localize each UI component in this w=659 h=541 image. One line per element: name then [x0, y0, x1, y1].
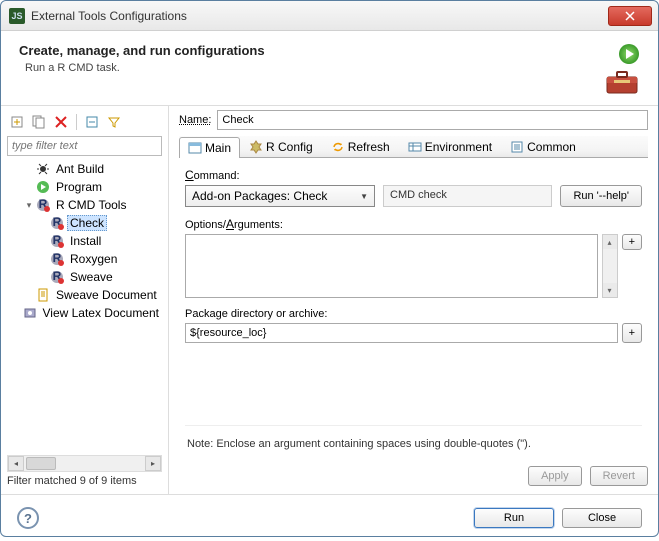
left-panel: Ant Build Program ▾RR CMD Tools RCheck R…	[1, 106, 169, 494]
command-label: CCommand:ommand:	[185, 168, 642, 182]
run-program-icon	[618, 43, 640, 65]
filter-input[interactable]	[7, 136, 162, 156]
options-textarea[interactable]	[185, 234, 598, 298]
twisty-icon[interactable]: ▾	[23, 200, 35, 211]
package-variables-button[interactable]: +	[622, 323, 642, 343]
common-tab-icon	[510, 140, 524, 154]
refresh-tab-icon	[331, 140, 345, 154]
name-label: Name:	[179, 114, 211, 126]
tab-bar: Main R Config Refresh Environment Common	[179, 136, 648, 158]
header-subtitle: Run a R CMD task.	[25, 62, 604, 74]
header-title: Create, manage, and run configurations	[19, 43, 604, 58]
tree-hscrollbar[interactable]: ◂ ▸	[7, 455, 162, 472]
dialog-header: Create, manage, and run configurations R…	[1, 31, 658, 106]
tab-r-config[interactable]: R Config	[240, 136, 322, 157]
run-help-button[interactable]: Run '--help'	[560, 185, 642, 207]
new-config-button[interactable]	[7, 112, 27, 132]
command-combo[interactable]: Add-on Packages: Check ▼	[185, 185, 375, 207]
tree-install[interactable]: RInstall	[7, 232, 162, 250]
scroll-left-icon[interactable]: ◂	[8, 456, 24, 471]
options-variables-button[interactable]: +	[622, 234, 642, 250]
apply-button[interactable]: Apply	[528, 466, 582, 486]
tree-ant-build[interactable]: Ant Build	[7, 160, 162, 178]
r-config-tab-icon	[249, 140, 263, 154]
app-icon: JS	[9, 8, 25, 24]
command-readonly: CMD check	[383, 185, 552, 207]
duplicate-button[interactable]	[29, 112, 49, 132]
tree-view-latex-document[interactable]: View Latex Document	[7, 304, 162, 322]
close-button[interactable]: Close	[562, 508, 642, 528]
filter-status: Filter matched 9 of 9 items	[7, 472, 162, 490]
help-button[interactable]: ?	[17, 507, 39, 529]
tab-main[interactable]: Main	[179, 137, 240, 158]
environment-tab-icon	[408, 140, 422, 154]
window-titlebar: JS External Tools Configurations	[1, 1, 658, 31]
tree-sweave-document[interactable]: Sweave Document	[7, 286, 162, 304]
scroll-up-icon[interactable]: ▴	[603, 235, 617, 249]
dialog-footer: ? Run Close	[1, 494, 658, 541]
options-label: Options/Arguments:	[185, 217, 642, 231]
package-dir-input[interactable]	[185, 323, 618, 343]
run-button[interactable]: Run	[474, 508, 554, 528]
options-vscrollbar[interactable]: ▴ ▾	[602, 234, 618, 298]
collapse-all-button[interactable]	[82, 112, 102, 132]
tree-r-cmd-tools[interactable]: ▾RR CMD Tools	[7, 196, 162, 214]
window-close-button[interactable]	[608, 6, 652, 26]
toolbox-icon	[604, 67, 640, 95]
right-panel: Name: Main R Config Refresh Environment …	[169, 106, 658, 494]
left-toolbar	[7, 110, 162, 136]
tab-environment[interactable]: Environment	[399, 136, 501, 157]
note-text: Note: Enclose an argument containing spa…	[185, 425, 642, 454]
close-icon	[625, 11, 635, 21]
package-dir-label: Package directory or archive:	[185, 308, 642, 320]
tree-sweave[interactable]: RSweave	[7, 268, 162, 286]
config-tree[interactable]: Ant Build Program ▾RR CMD Tools RCheck R…	[7, 160, 162, 453]
tab-common[interactable]: Common	[501, 136, 585, 157]
scroll-right-icon[interactable]: ▸	[145, 456, 161, 471]
revert-button[interactable]: Revert	[590, 466, 648, 486]
chevron-down-icon: ▼	[360, 192, 368, 201]
window-title: External Tools Configurations	[31, 9, 608, 23]
tree-program[interactable]: Program	[7, 178, 162, 196]
tab-refresh[interactable]: Refresh	[322, 136, 399, 157]
scroll-down-icon[interactable]: ▾	[603, 283, 617, 297]
filter-button[interactable]	[104, 112, 124, 132]
tree-roxygen[interactable]: RRoxygen	[7, 250, 162, 268]
delete-button[interactable]	[51, 112, 71, 132]
name-input[interactable]	[217, 110, 648, 130]
main-tab-icon	[188, 141, 202, 155]
tree-check[interactable]: RCheck	[7, 214, 162, 232]
scroll-thumb[interactable]	[26, 457, 56, 470]
